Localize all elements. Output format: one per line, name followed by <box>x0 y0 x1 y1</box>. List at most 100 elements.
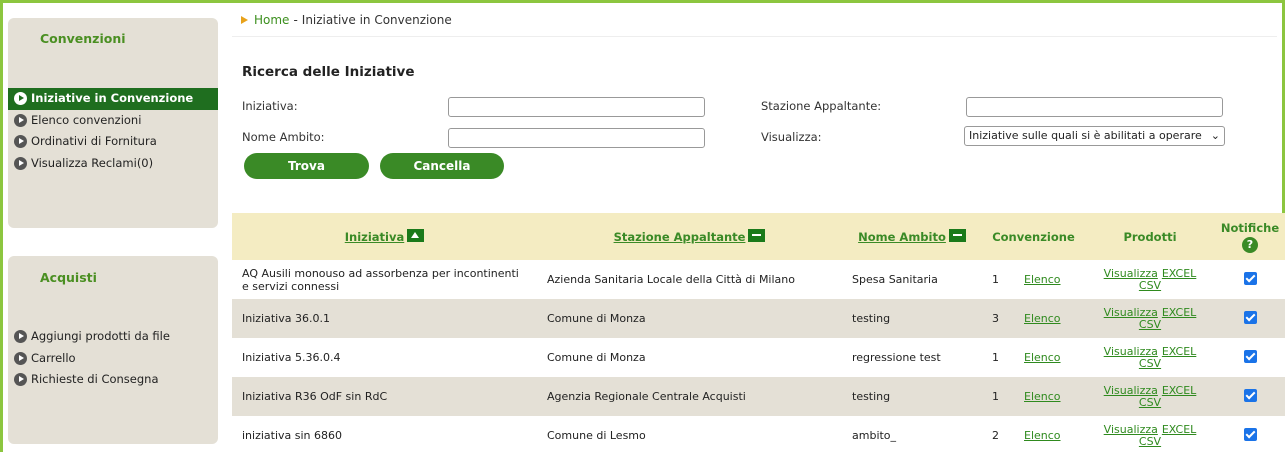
cell-convenzione: 1 Elenco <box>982 338 1085 377</box>
elenco-link[interactable]: Elenco <box>1024 273 1061 286</box>
sidebar-item-label: Richieste di Consegna <box>31 372 159 386</box>
sidebar-item-label: Visualizza Reclami(0) <box>31 155 154 170</box>
cell-convenzione: 2 Elenco <box>982 416 1085 455</box>
visualizza-link[interactable]: Visualizza <box>1104 423 1158 436</box>
excel-link[interactable]: EXCEL <box>1162 267 1196 280</box>
convenzione-count: 3 <box>992 312 999 325</box>
header-link-ambito[interactable]: Nome Ambito <box>858 230 946 244</box>
sidebar-item-ordinativi-di-fornitura[interactable]: Ordinativi di Fornitura <box>8 131 218 153</box>
cell-iniziativa: Iniziativa R36 OdF sin RdC <box>232 377 537 416</box>
cell-stazione: Azienda Sanitaria Locale della Città di … <box>537 260 842 299</box>
csv-link[interactable]: CSV <box>1139 396 1161 409</box>
column-header-iniziativa[interactable]: Iniziativa <box>232 213 537 260</box>
cell-convenzione: 1 Elenco <box>982 377 1085 416</box>
sidebar-item-iniziative-in-convenzione[interactable]: Iniziative in Convenzione <box>8 88 218 110</box>
column-header-prodotti: Prodotti <box>1085 213 1215 260</box>
visualizza-link[interactable]: Visualizza <box>1104 306 1158 319</box>
arrow-circle-icon <box>14 135 27 149</box>
visualizza-link[interactable]: Visualizza <box>1104 384 1158 397</box>
cell-prodotti: Visualizza EXCEL CSV <box>1085 299 1215 338</box>
table-row: Iniziativa R36 OdF sin RdC Agenzia Region… <box>232 377 1285 416</box>
csv-link[interactable]: CSV <box>1139 279 1161 292</box>
sidebar-item-label: Aggiungi prodotti da file <box>31 329 170 343</box>
sort-ascending-icon[interactable] <box>407 229 425 242</box>
convenzione-count: 1 <box>992 390 999 403</box>
sidebar-item-elenco-convenzioni[interactable]: Elenco convenzioni <box>8 110 218 132</box>
elenco-link[interactable]: Elenco <box>1024 312 1061 325</box>
sidebar-acquisti-panel: Acquisti Aggiungi prodotti da file Carre… <box>8 256 218 444</box>
table-row: Iniziativa 36.0.1 Comune di Monza testing 3… <box>232 299 1285 338</box>
sidebar-convenzioni-panel: Convenzioni Iniziative in Convenzione El… <box>8 18 218 228</box>
cell-iniziativa: Iniziativa 5.36.0.4 <box>232 338 537 377</box>
excel-link[interactable]: EXCEL <box>1162 306 1196 319</box>
cell-convenzione: 1 Elenco <box>982 260 1085 299</box>
cell-ambito: testing <box>842 299 982 338</box>
search-title: Ricerca delle Iniziative <box>242 64 415 80</box>
notifica-checkbox[interactable] <box>1243 310 1257 324</box>
iniziativa-label: Iniziativa: <box>242 99 298 113</box>
notifica-checkbox[interactable] <box>1243 388 1257 402</box>
header-link-stazione[interactable]: Stazione Appaltante <box>614 230 746 244</box>
chevron-down-icon: ⌄ <box>1210 129 1220 142</box>
cell-stazione: Agenzia Regionale Centrale Acquisti <box>537 377 842 416</box>
excel-link[interactable]: EXCEL <box>1162 345 1196 358</box>
column-header-stazione[interactable]: Stazione Appaltante <box>537 213 842 260</box>
notifica-checkbox[interactable] <box>1243 271 1257 285</box>
sidebar-item-label: Ordinativi di Fornitura <box>31 134 157 148</box>
cell-ambito: Spesa Sanitaria <box>842 260 982 299</box>
cell-iniziativa: AQ Ausili monouso ad assorbenza per inco… <box>232 260 537 299</box>
excel-link[interactable]: EXCEL <box>1162 423 1196 436</box>
visualizza-link[interactable]: Visualizza <box>1104 267 1158 280</box>
sidebar-item-richieste-di-consegna[interactable]: Richieste di Consegna <box>8 369 218 391</box>
convenzione-wrap: 1 Elenco <box>992 390 1075 403</box>
sidebar-acquisti-list: Aggiungi prodotti da file Carrello Richi… <box>8 326 218 391</box>
cell-stazione: Comune di Monza <box>537 338 842 377</box>
sidebar-item-label: Iniziative in Convenzione <box>31 91 194 105</box>
sidebar-convenzioni-title: Convenzioni <box>40 31 126 46</box>
sort-neutral-icon[interactable] <box>948 229 966 242</box>
stazione-appaltante-input[interactable] <box>966 97 1223 117</box>
csv-link[interactable]: CSV <box>1139 357 1161 370</box>
breadcrumb-home-link[interactable]: Home <box>254 13 289 27</box>
elenco-link[interactable]: Elenco <box>1024 429 1061 442</box>
cancella-button[interactable]: Cancella <box>380 153 504 179</box>
notifiche-label: Notifiche <box>1220 220 1280 235</box>
cell-convenzione: 3 Elenco <box>982 299 1085 338</box>
convenzione-wrap: 3 Elenco <box>992 312 1075 325</box>
breadcrumb-divider <box>232 36 1277 37</box>
convenzione-wrap: 2 Elenco <box>992 429 1075 442</box>
sidebar-convenzioni-list: Iniziative in Convenzione Elenco convenz… <box>8 88 218 174</box>
table-row: Iniziativa 5.36.0.4 Comune di Monza regres… <box>232 338 1285 377</box>
convenzione-count: 1 <box>992 273 999 286</box>
visualizza-link[interactable]: Visualizza <box>1104 345 1158 358</box>
cell-ambito: testing <box>842 377 982 416</box>
convenzione-wrap: 1 Elenco <box>992 273 1075 286</box>
csv-link[interactable]: CSV <box>1139 435 1161 448</box>
header-link-iniziativa[interactable]: Iniziativa <box>345 230 405 244</box>
breadcrumb-arrow-icon <box>241 16 248 24</box>
iniziativa-input[interactable] <box>448 97 705 117</box>
nome-ambito-input[interactable] <box>448 128 705 148</box>
notifica-checkbox[interactable] <box>1243 427 1257 441</box>
sidebar-item-aggiungi-prodotti[interactable]: Aggiungi prodotti da file <box>8 326 218 348</box>
notifica-checkbox[interactable] <box>1243 349 1257 363</box>
arrow-circle-icon <box>14 156 27 170</box>
cell-ambito: regressione test <box>842 338 982 377</box>
help-icon[interactable]: ? <box>1242 236 1258 253</box>
visualizza-selected-value: Iniziative sulle quali si è abilitati a … <box>969 129 1202 142</box>
arrow-circle-icon <box>14 351 27 365</box>
excel-link[interactable]: EXCEL <box>1162 384 1196 397</box>
column-header-ambito[interactable]: Nome Ambito <box>842 213 982 260</box>
cell-prodotti: Visualizza EXCEL CSV <box>1085 260 1215 299</box>
trova-button[interactable]: Trova <box>244 153 369 179</box>
sort-neutral-icon[interactable] <box>748 229 766 242</box>
sidebar-item-carrello[interactable]: Carrello <box>8 348 218 370</box>
sidebar-item-label: Carrello <box>31 350 76 365</box>
sidebar-item-visualizza-reclami[interactable]: Visualizza Reclami(0) <box>8 153 218 175</box>
elenco-link[interactable]: Elenco <box>1024 351 1061 364</box>
cell-prodotti: Visualizza EXCEL CSV <box>1085 416 1215 455</box>
visualizza-select[interactable]: Iniziative sulle quali si è abilitati a … <box>964 126 1225 146</box>
arrow-circle-icon <box>14 330 27 344</box>
csv-link[interactable]: CSV <box>1139 318 1161 331</box>
elenco-link[interactable]: Elenco <box>1024 390 1061 403</box>
